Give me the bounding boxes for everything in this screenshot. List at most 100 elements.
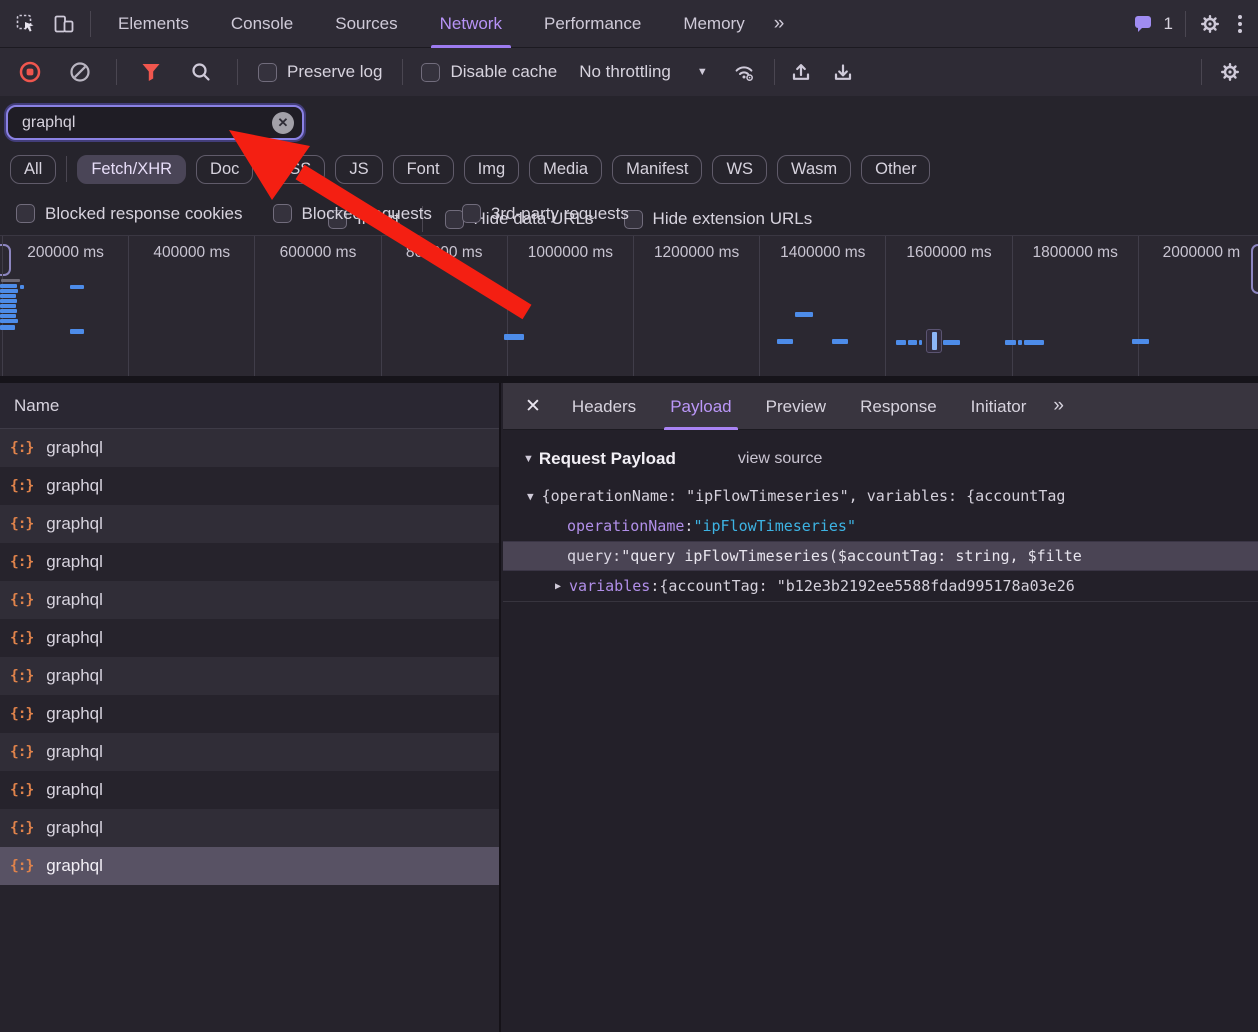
list-item[interactable]: {:} graphql [0, 695, 499, 733]
timeline-tick-label: 800000 ms [405, 244, 483, 261]
payload-json-tree: ▼ {operationName: "ipFlowTimeseries", va… [503, 481, 1258, 602]
json-root-row[interactable]: ▼ {operationName: "ipFlowTimeseries", va… [503, 481, 1258, 511]
chip-css[interactable]: CSS [263, 154, 326, 184]
export-har-icon[interactable] [831, 60, 855, 84]
record-network-log-icon[interactable] [18, 60, 42, 84]
json-key: operationName [567, 517, 685, 535]
chip-wasm[interactable]: Wasm [777, 154, 852, 184]
request-name: graphql [46, 438, 103, 457]
inspect-element-icon[interactable] [14, 12, 38, 36]
json-property-row-collapsed[interactable]: ▶ variables: {accountTag: "b12e3b2192ee5… [503, 571, 1258, 602]
list-item[interactable]: {:} graphql [0, 733, 499, 771]
json-resource-icon: {:} [10, 668, 34, 684]
json-property-row-highlighted[interactable]: query: "query ipFlowTimeseries($accountT… [503, 541, 1258, 571]
json-resource-icon: {:} [10, 440, 34, 456]
tab-console[interactable]: Console [210, 0, 314, 48]
request-payload-section-header[interactable]: ▼ Request Payload view source [503, 442, 1258, 476]
section-expanded-icon[interactable]: ▼ [523, 453, 534, 465]
details-tabs: Headers Payload Preview Response Initiator [555, 383, 1043, 430]
name-column-header[interactable]: Name [0, 383, 499, 429]
filter-option-label[interactable]: Blocked response cookies [45, 204, 243, 224]
blocked-requests-checkbox[interactable] [272, 204, 292, 223]
chip-ws[interactable]: WS [712, 154, 768, 184]
request-name: graphql [46, 514, 103, 533]
list-item[interactable]: {:} graphql [0, 467, 499, 505]
preserve-log-label[interactable]: Preserve log [287, 62, 382, 82]
timeline-column: 1400000 ms [759, 236, 885, 376]
request-name: graphql [46, 476, 103, 495]
extra-filter-row: Blocked response cookies Blocked requests… [0, 192, 1258, 235]
list-item[interactable]: {:} graphql [0, 771, 499, 809]
tab-response[interactable]: Response [843, 383, 954, 430]
chip-divider [66, 156, 68, 182]
issues-message-icon[interactable] [1132, 12, 1156, 36]
timeline-tick-label: 400000 ms [153, 244, 231, 261]
kebab-menu-icon[interactable] [1234, 11, 1246, 37]
preserve-log-checkbox[interactable] [258, 62, 277, 82]
tab-preview[interactable]: Preview [749, 383, 843, 430]
chip-font[interactable]: Font [392, 154, 454, 184]
list-item[interactable]: {:} graphql [0, 429, 499, 467]
issues-count[interactable]: 1 [1164, 14, 1173, 34]
chip-doc[interactable]: Doc [196, 154, 254, 184]
list-item[interactable]: {:} graphql [0, 657, 499, 695]
network-filter-input[interactable] [20, 112, 272, 133]
chip-fetch-xhr[interactable]: Fetch/XHR [77, 154, 187, 184]
clear-network-log-icon[interactable] [68, 60, 92, 84]
network-overview-timeline[interactable]: 200000 ms 400000 ms 600000 ms 800000 ms 1000… [0, 235, 1258, 376]
disable-cache-checkbox[interactable] [421, 62, 441, 82]
view-source-toggle[interactable]: view source [738, 450, 822, 468]
network-filter-box[interactable]: ✕ [6, 105, 304, 140]
close-icon[interactable]: ✕ [503, 395, 555, 418]
list-item[interactable]: {:} graphql [0, 543, 499, 581]
tab-performance[interactable]: Performance [523, 0, 662, 48]
throttling-dropdown[interactable]: No throttling ▼ [579, 62, 708, 82]
tab-initiator[interactable]: Initiator [954, 383, 1044, 430]
tab-network[interactable]: Network [419, 0, 523, 48]
import-har-icon[interactable] [789, 60, 813, 84]
blocked-response-cookies-checkbox[interactable] [16, 204, 35, 223]
network-conditions-icon[interactable] [732, 60, 756, 84]
tab-payload[interactable]: Payload [653, 383, 748, 430]
json-resource-icon: {:} [10, 706, 34, 722]
list-item[interactable]: {:} graphql [0, 847, 499, 885]
chip-js[interactable]: JS [335, 154, 383, 184]
chip-media[interactable]: Media [529, 154, 603, 184]
tab-elements[interactable]: Elements [97, 0, 210, 48]
disable-cache-label[interactable]: Disable cache [450, 62, 557, 82]
filter-option-label[interactable]: 3rd-party requests [491, 204, 629, 224]
collapsed-arrow-icon[interactable]: ▶ [555, 581, 561, 592]
network-toolbar: Preserve log Disable cache No throttling… [0, 48, 1258, 96]
clear-filter-icon[interactable]: ✕ [272, 111, 294, 134]
expanded-arrow-icon[interactable]: ▼ [527, 490, 534, 503]
toolbar-divider [116, 59, 117, 85]
3rd-party-requests-checkbox[interactable] [461, 204, 481, 223]
list-item[interactable]: {:} graphql [0, 581, 499, 619]
tab-headers[interactable]: Headers [555, 383, 653, 430]
chip-img[interactable]: Img [463, 154, 520, 184]
tab-sources[interactable]: Sources [314, 0, 418, 48]
chip-manifest[interactable]: Manifest [612, 154, 703, 184]
device-toolbar-icon[interactable] [52, 12, 76, 36]
chip-all[interactable]: All [10, 154, 57, 184]
timeline-column: 800000 ms [380, 236, 507, 376]
json-object-preview: {accountTag: "b12e3b2192ee5588fdad995178… [659, 577, 1075, 595]
list-item[interactable]: {:} graphql [0, 619, 499, 657]
section-title: Request Payload [538, 449, 676, 468]
search-icon[interactable] [189, 60, 213, 84]
more-tabs-icon[interactable]: » [766, 13, 795, 35]
json-resource-icon: {:} [10, 516, 34, 532]
tab-memory[interactable]: Memory [662, 0, 765, 48]
chip-other[interactable]: Other [861, 154, 931, 184]
request-name: graphql [46, 818, 103, 837]
network-settings-gear-icon[interactable] [1218, 60, 1242, 84]
list-item[interactable]: {:} graphql [0, 809, 499, 847]
filter-funnel-icon[interactable] [139, 60, 163, 84]
list-item[interactable]: {:} graphql [0, 505, 499, 543]
settings-gear-icon[interactable] [1198, 12, 1222, 36]
more-details-tabs-icon[interactable]: » [1043, 395, 1076, 417]
filter-option-label[interactable]: Blocked requests [302, 204, 432, 224]
json-property-row[interactable]: operationName: "ipFlowTimeseries" [503, 511, 1258, 541]
timeline-column: 2000000 m [1137, 236, 1258, 376]
json-resource-icon: {:} [10, 744, 34, 760]
